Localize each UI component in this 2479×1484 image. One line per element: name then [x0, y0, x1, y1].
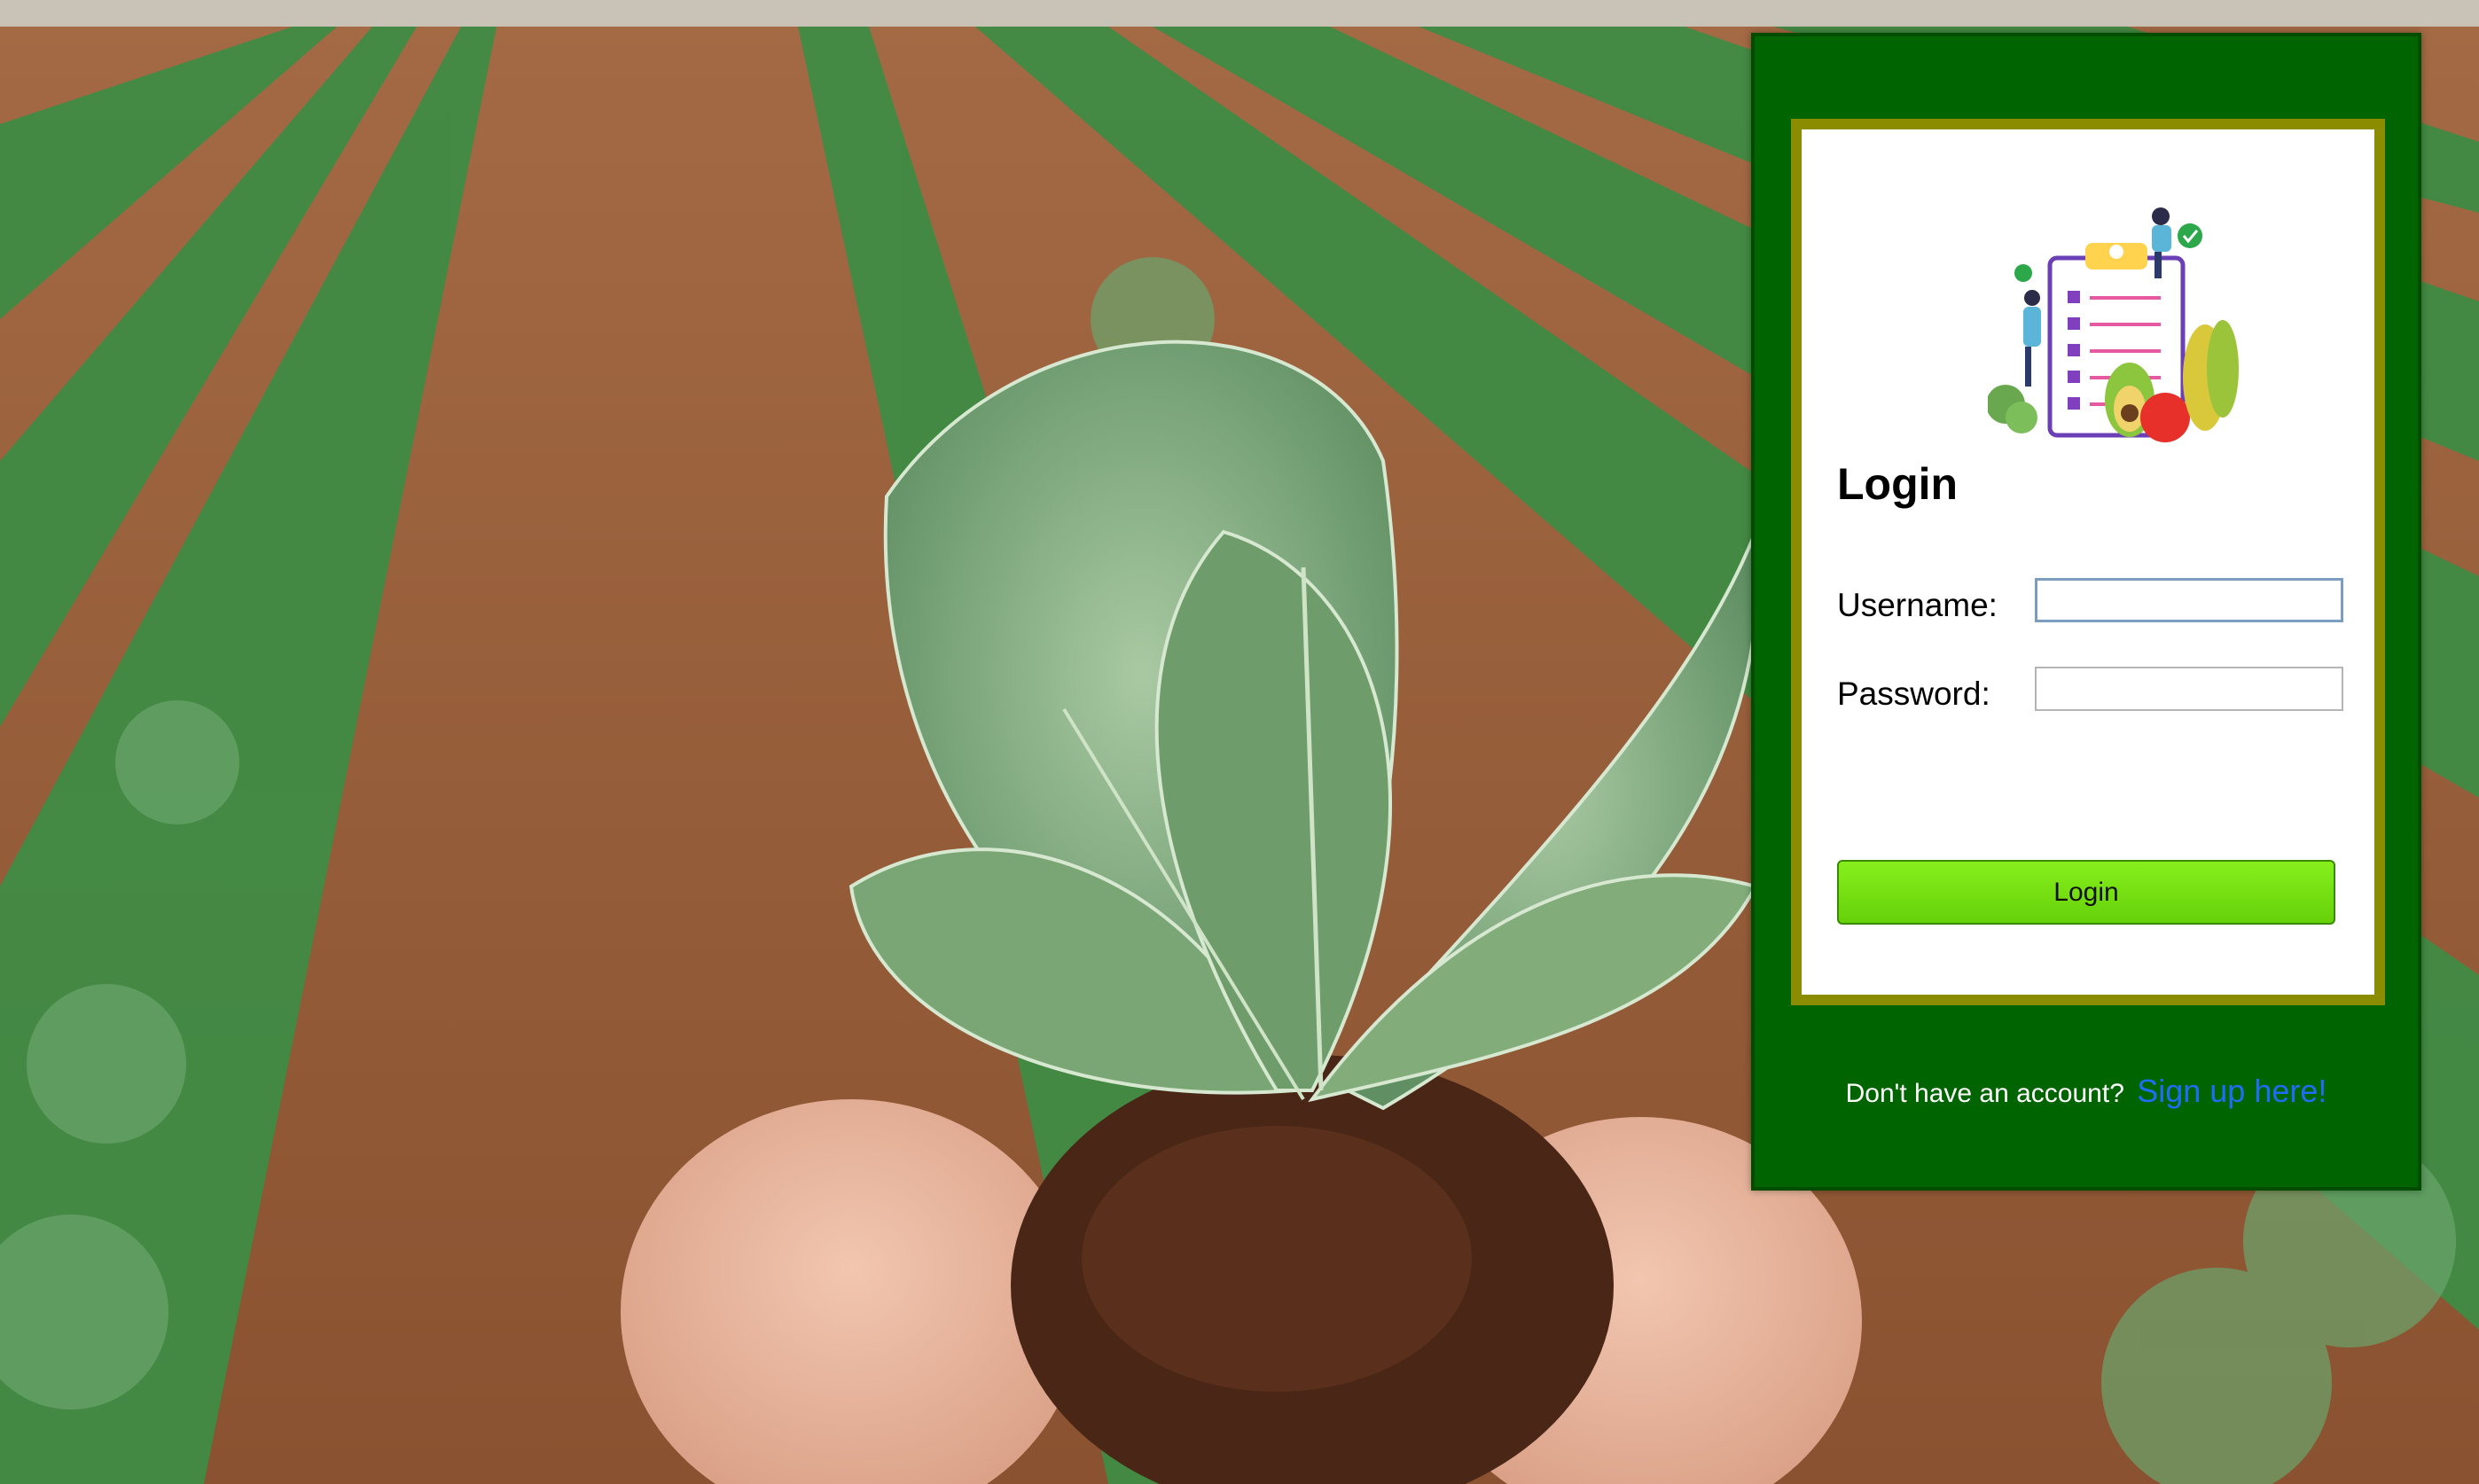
login-heading: Login: [1837, 459, 1959, 509]
password-input[interactable]: [2035, 667, 2343, 711]
checklist-illustration-icon: [1986, 200, 2254, 457]
login-button[interactable]: Login: [1837, 860, 2335, 925]
login-page: Login Username: Password: Login Don't ha…: [0, 0, 2479, 1484]
username-label: Username:: [1837, 587, 1998, 623]
username-input[interactable]: [2035, 578, 2343, 622]
signup-prompt: Don't have an account?: [1845, 1079, 2124, 1108]
signup-row: Don't have an account? Sign up here!: [1755, 1075, 2418, 1107]
login-panel: Login Username: Password: Login Don't ha…: [1751, 33, 2421, 1191]
signup-link[interactable]: Sign up here!: [2137, 1073, 2327, 1109]
password-label: Password:: [1837, 676, 1990, 712]
login-card: Login Username: Password: Login: [1791, 119, 2385, 1005]
